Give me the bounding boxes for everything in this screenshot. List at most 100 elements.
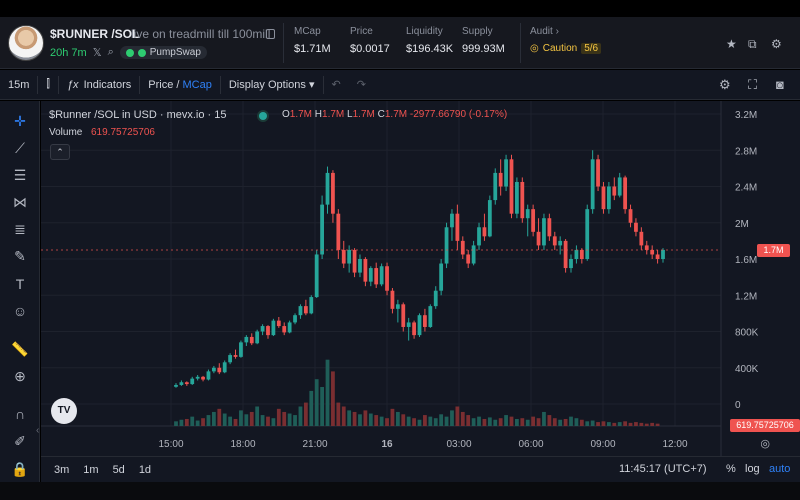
- range-3m[interactable]: 3m: [47, 464, 76, 476]
- candle-body: [260, 326, 265, 332]
- volume-bar: [211, 411, 216, 426]
- chart-settings-icon[interactable]: ⚙: [719, 77, 731, 93]
- candle-type-button[interactable]: ⫿: [38, 70, 58, 99]
- x-social-icon[interactable]: 𝕏: [93, 46, 102, 59]
- candle-body: [374, 268, 379, 285]
- candle-body: [536, 231, 541, 246]
- dex-pill[interactable]: PumpSwap: [119, 46, 207, 59]
- zoom-in-icon[interactable]: ⊕: [10, 366, 30, 386]
- audit-section[interactable]: Audit › ◎ Caution 5/6: [530, 26, 602, 54]
- change-readout: -2977.66790 (-0.17%): [409, 109, 508, 120]
- candle-body: [579, 249, 584, 259]
- indicators-button[interactable]: ƒx Indicators: [59, 70, 139, 99]
- fib-icon[interactable]: ≣: [10, 219, 30, 239]
- volume-bar: [320, 387, 324, 426]
- volume-bar: [271, 418, 276, 426]
- x-tick-label: 12:00: [662, 439, 687, 450]
- settings-icon[interactable]: ⚙: [771, 37, 782, 51]
- caution-label: Caution: [542, 43, 578, 54]
- tradingview-logo[interactable]: TV: [51, 398, 77, 424]
- collapse-legend-button[interactable]: ⌃: [50, 144, 70, 160]
- volume-bar: [331, 371, 335, 426]
- lock-icon[interactable]: 🔒: [10, 459, 30, 479]
- lock-drawing-icon[interactable]: ✐: [10, 431, 30, 451]
- volume-bar: [395, 411, 400, 426]
- crosshair-icon[interactable]: ✛: [10, 111, 30, 131]
- live-status-dot: [259, 112, 267, 120]
- warning-icon: ◎: [530, 43, 539, 54]
- volume-bar: [525, 419, 530, 426]
- candle-body: [655, 254, 660, 259]
- range-1m[interactable]: 1m: [76, 464, 105, 476]
- fullscreen-icon[interactable]: ⛶: [748, 77, 757, 93]
- candle-body: [363, 259, 368, 282]
- copy-icon[interactable]: [266, 29, 275, 39]
- display-options-button[interactable]: Display Options ▾: [221, 70, 323, 99]
- volume-bar: [433, 418, 438, 426]
- ruler-icon[interactable]: 📏: [10, 339, 30, 359]
- candle-body: [628, 209, 633, 223]
- price-chart[interactable]: 3.2M 2.8M 2.4M 2M 1.6M 1.2M 800K 400K 0 15:00 18:0…: [41, 101, 800, 456]
- candle-body: [320, 204, 324, 255]
- range-5d[interactable]: 5d: [106, 464, 132, 476]
- clock[interactable]: 11:45:17 (UTC+7): [619, 463, 707, 475]
- candle-body: [623, 177, 628, 210]
- volume-bar: [249, 411, 254, 426]
- horizontal-lines-icon[interactable]: ☰: [10, 165, 30, 185]
- percent-toggle[interactable]: %: [726, 463, 736, 475]
- log-toggle[interactable]: log: [745, 463, 760, 475]
- volume-bar: [504, 415, 508, 426]
- volume-bar: [498, 418, 503, 426]
- magnet-icon[interactable]: ∩: [10, 404, 30, 424]
- candle-body: [298, 306, 303, 316]
- candlestick-plot[interactable]: 3.2M 2.8M 2.4M 2M 1.6M 1.2M 800K 400K 0 15:00 18:0…: [41, 101, 800, 456]
- candle-body: [423, 315, 427, 327]
- stat-value: $1.71M: [294, 43, 331, 55]
- candle-body: [433, 290, 438, 307]
- volume-bar: [298, 406, 303, 426]
- axis-settings-icon[interactable]: ◎: [760, 437, 770, 450]
- candle-body: [552, 236, 557, 246]
- star-icon[interactable]: ★: [726, 37, 737, 51]
- volume-bar: [260, 415, 265, 426]
- range-1d[interactable]: 1d: [132, 464, 158, 476]
- volume-bar: [444, 416, 449, 426]
- volume-bar: [347, 410, 352, 426]
- volume-bar: [574, 418, 579, 426]
- candle-body: [184, 382, 189, 385]
- trend-line-icon[interactable]: ⟋: [10, 138, 30, 158]
- candle-body: [368, 268, 373, 282]
- candle-body: [276, 320, 281, 327]
- pattern-icon[interactable]: ⋈: [10, 192, 30, 212]
- undo-button[interactable]: ↶: [324, 70, 349, 99]
- candle-body: [266, 326, 270, 336]
- chevron-left-icon[interactable]: ‹: [36, 425, 39, 436]
- volume-bar: [287, 413, 292, 426]
- candle-body: [547, 218, 552, 237]
- candle-body: [347, 249, 352, 264]
- search-icon[interactable]: ⌕: [108, 46, 114, 59]
- volume-bar: [341, 406, 346, 426]
- interval-selector[interactable]: 15m: [0, 70, 37, 99]
- candle-body: [520, 181, 525, 219]
- share-icon[interactable]: ⧉: [748, 37, 757, 52]
- candle-body: [395, 304, 400, 309]
- candle-body: [531, 209, 536, 232]
- redo-button[interactable]: ↷: [349, 70, 374, 99]
- candle-body: [444, 227, 449, 264]
- emoji-icon[interactable]: ☺: [10, 301, 30, 321]
- x-tick-label: 06:00: [518, 439, 543, 450]
- candle-body: [525, 209, 530, 219]
- volume-bar: [552, 418, 557, 426]
- candle-body: [239, 342, 243, 357]
- stat-label: MCap: [294, 26, 321, 37]
- candle-body: [498, 172, 503, 187]
- camera-icon[interactable]: ◙: [776, 77, 784, 92]
- text-icon[interactable]: T: [10, 274, 30, 294]
- brush-icon[interactable]: ✎: [10, 246, 30, 266]
- y-tick-label: 2.4M: [735, 183, 757, 194]
- auto-toggle[interactable]: auto: [769, 463, 790, 475]
- stat-value: $0.0017: [350, 43, 390, 55]
- volume-bar: [385, 418, 389, 426]
- price-mcap-toggle[interactable]: Price / MCap: [140, 70, 220, 99]
